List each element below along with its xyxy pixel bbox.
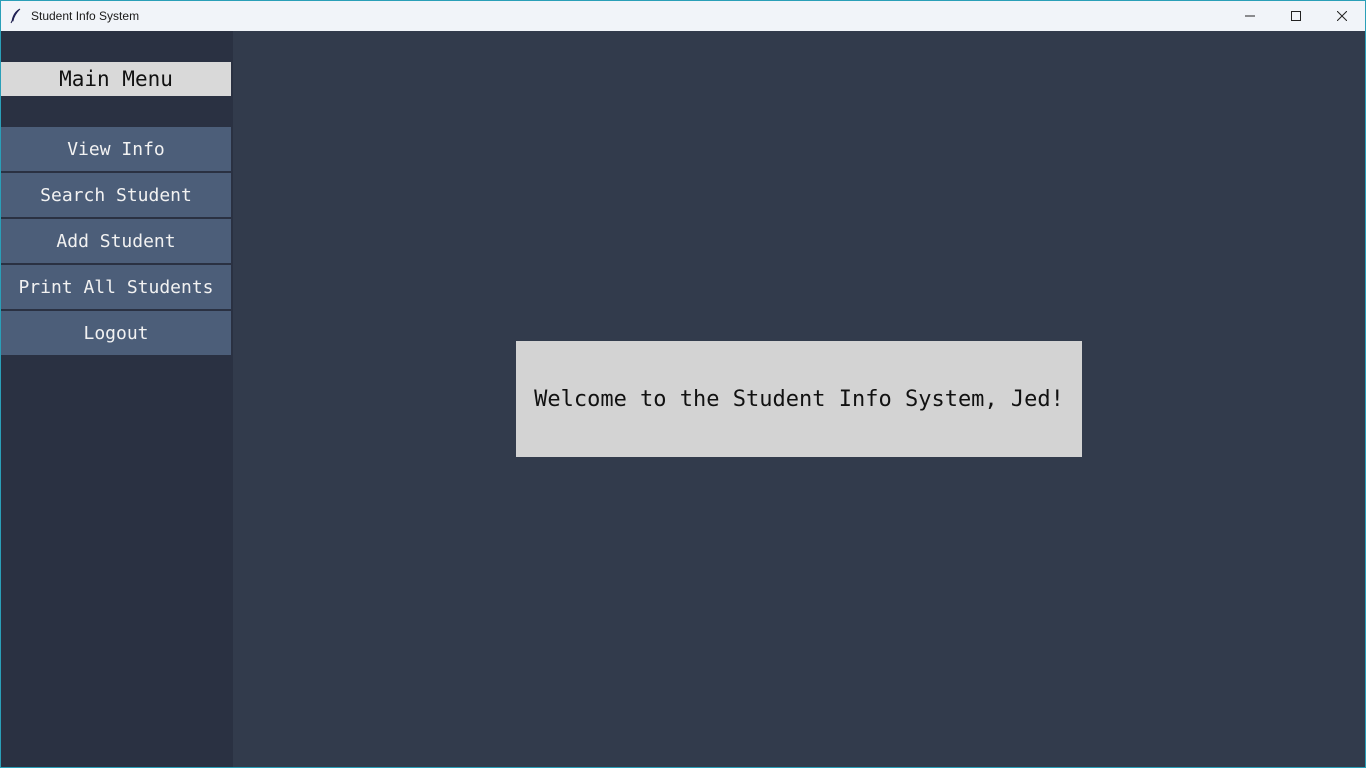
feather-icon: [1, 1, 31, 31]
app-window: Student Info System Main Menu View Info …: [0, 0, 1366, 768]
search-student-button[interactable]: Search Student: [1, 173, 231, 217]
maximize-icon: [1291, 11, 1301, 21]
logout-button[interactable]: Logout: [1, 311, 231, 355]
minimize-button[interactable]: [1227, 1, 1273, 31]
window-title: Student Info System: [31, 9, 140, 23]
view-info-button[interactable]: View Info: [1, 127, 231, 171]
minimize-icon: [1245, 15, 1255, 17]
sidebar: Main Menu View Info Search Student Add S…: [1, 31, 233, 767]
title-bar[interactable]: Student Info System: [1, 1, 1365, 31]
sidebar-nav: View Info Search Student Add Student Pri…: [1, 127, 231, 357]
welcome-panel: Welcome to the Student Info System, Jed!: [516, 341, 1082, 457]
close-button[interactable]: [1319, 1, 1365, 31]
close-icon: [1337, 11, 1347, 21]
add-student-button[interactable]: Add Student: [1, 219, 231, 263]
maximize-button[interactable]: [1273, 1, 1319, 31]
welcome-message: Welcome to the Student Info System, Jed!: [534, 386, 1064, 412]
menu-title: Main Menu: [1, 62, 231, 96]
print-all-students-button[interactable]: Print All Students: [1, 265, 231, 309]
